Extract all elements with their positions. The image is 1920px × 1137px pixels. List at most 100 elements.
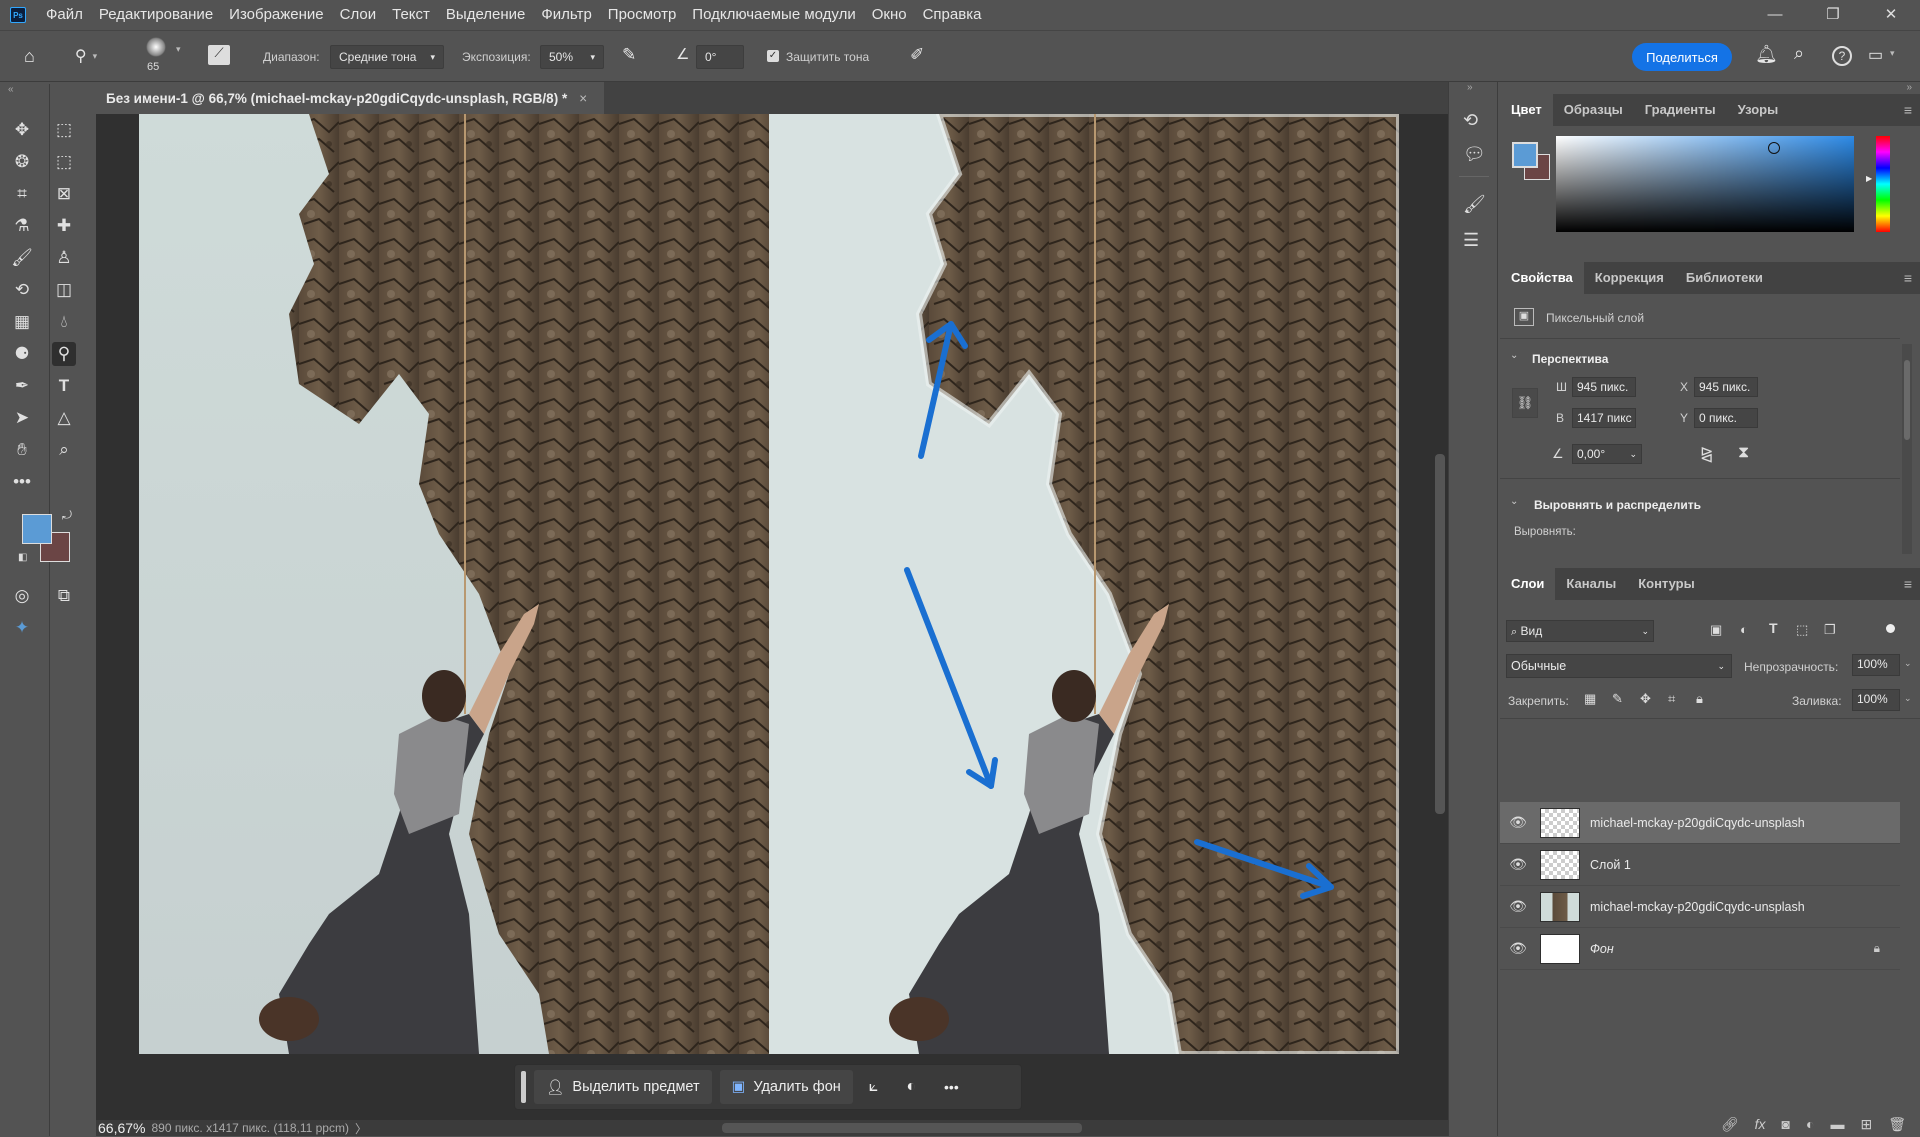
panel-menu-icon[interactable]: ≡	[1904, 102, 1912, 118]
zoom-level[interactable]: 66,67%	[98, 1120, 145, 1136]
range-select[interactable]: Средние тона ▾	[330, 45, 444, 69]
crop-tool-icon[interactable]: ⌗	[10, 182, 34, 206]
pen-tool-icon[interactable]: ✒	[10, 374, 34, 398]
visibility-eye-icon[interactable]: 👁︎	[1500, 940, 1536, 957]
menu-image[interactable]: Изображение	[221, 0, 332, 30]
hue-slider-handle[interactable]: ▶	[1866, 174, 1872, 183]
x-input[interactable]: 945 пикс.	[1694, 377, 1758, 397]
eyedropper-tool-icon[interactable]: ⚗	[10, 214, 34, 238]
blend-mode-select[interactable]: Обычные ⌄	[1506, 654, 1732, 678]
layer-row[interactable]: 👁︎ Фон 🔒︎	[1500, 928, 1900, 970]
adjustment-icon[interactable]: ◐	[906, 1078, 916, 1096]
home-icon[interactable]: ⌂	[24, 46, 35, 67]
path-select-tool-icon[interactable]: ➤	[10, 406, 34, 430]
brush-tool-icon[interactable]: 🖌︎	[10, 246, 34, 270]
y-input[interactable]: 0 пикс.	[1694, 408, 1758, 428]
color-field[interactable]	[1556, 136, 1854, 232]
layer-name[interactable]: Слой 1	[1590, 858, 1631, 872]
panel-menu-icon[interactable]: ≡	[1904, 270, 1912, 286]
chevron-down-icon[interactable]: ⌄	[1904, 658, 1912, 669]
swap-colors-icon[interactable]: ⤾	[62, 508, 72, 523]
remove-background-button[interactable]: ▣ Удалить фон	[719, 1070, 853, 1104]
shape-tool-icon[interactable]: △	[52, 406, 76, 430]
lock-icon[interactable]: 🔒︎	[1874, 941, 1880, 956]
share-button[interactable]: Поделиться	[1632, 43, 1732, 71]
filter-smart-object-icon[interactable]: ❐	[1824, 622, 1836, 638]
hue-slider[interactable]	[1876, 136, 1890, 232]
collapse-icon[interactable]: »	[1906, 82, 1912, 93]
default-colors-icon[interactable]: ◧	[18, 552, 27, 563]
brush-settings-icon[interactable]: 🖌︎	[1463, 194, 1486, 215]
lock-all-icon[interactable]: 🔒︎	[1696, 691, 1703, 707]
tab-channels[interactable]: Каналы	[1555, 568, 1627, 600]
trash-icon[interactable]: 🗑︎	[1888, 1116, 1906, 1133]
new-layer-icon[interactable]: ⊞	[1860, 1116, 1872, 1133]
lock-transparent-icon[interactable]: ▦	[1584, 691, 1596, 707]
restore-icon[interactable]: ❐	[1804, 0, 1862, 30]
filter-adjustment-icon[interactable]: ◐	[1740, 622, 1748, 637]
mask-icon[interactable]: ◙	[1782, 1116, 1790, 1132]
screen-mode-icon[interactable]: ⧉	[52, 584, 76, 608]
menu-view[interactable]: Просмотр	[600, 0, 685, 30]
visibility-eye-icon[interactable]: 👁︎	[1500, 898, 1536, 915]
brush-settings-icon[interactable]: ⟋	[208, 45, 230, 65]
properties-scroll-thumb[interactable]	[1904, 360, 1910, 440]
menu-file[interactable]: Файл	[38, 0, 91, 30]
exposure-input[interactable]: 50% ▾	[540, 45, 604, 69]
collapse-icon[interactable]: «	[8, 84, 14, 95]
document-tab[interactable]: Без имени-1 @ 66,7% (michael-mckay-p20gd…	[96, 82, 604, 114]
menu-window[interactable]: Окно	[864, 0, 915, 30]
transform-icon[interactable]: ⟀	[869, 1078, 879, 1096]
visibility-eye-icon[interactable]: 👁︎	[1500, 856, 1536, 873]
lock-position-icon[interactable]: ✥	[1640, 691, 1651, 707]
close-tab-icon[interactable]: ×	[579, 91, 587, 106]
help-icon[interactable]: ?	[1832, 46, 1852, 66]
type-tool-icon[interactable]: T	[52, 374, 76, 398]
marquee-tool-icon[interactable]: ⬚	[52, 118, 76, 142]
lock-pixels-icon[interactable]: ✎	[1612, 691, 1623, 707]
bell-icon[interactable]: 🔔︎	[1755, 44, 1778, 65]
layer-row[interactable]: 👁︎ michael-mckay-p20gdiCqydc-unsplash	[1500, 802, 1900, 844]
layer-name[interactable]: Фон	[1590, 942, 1614, 956]
more-options-button[interactable]: •••	[944, 1079, 959, 1095]
layer-filter-select[interactable]: ⌕ Вид ⌄	[1506, 620, 1654, 642]
object-select-tool-icon[interactable]: ⬚	[52, 150, 76, 174]
chevron-down-icon[interactable]: ⌄	[1510, 496, 1518, 507]
opacity-input[interactable]: 100%	[1852, 654, 1900, 676]
menu-edit[interactable]: Редактирование	[91, 0, 221, 30]
quick-mask-icon[interactable]: ◎	[10, 584, 34, 608]
link-icon[interactable]: ⛓	[1512, 388, 1538, 418]
drag-handle[interactable]	[521, 1071, 526, 1103]
fill-input[interactable]: 100%	[1852, 689, 1900, 711]
tab-swatches[interactable]: Образцы	[1553, 94, 1634, 126]
select-subject-button[interactable]: 👤︎ Выделить предмет	[534, 1070, 712, 1104]
lock-artboard-icon[interactable]: ⌗	[1668, 691, 1675, 707]
dodge-tool-icon[interactable]: ⚲	[52, 342, 76, 366]
tab-gradients[interactable]: Градиенты	[1634, 94, 1727, 126]
folder-icon[interactable]: ▬	[1830, 1116, 1844, 1132]
blur-tool-icon[interactable]: 💧︎	[52, 310, 76, 334]
chevron-down-icon[interactable]: ▾	[93, 51, 98, 62]
horizontal-scroll-thumb[interactable]	[722, 1123, 1082, 1133]
brush-preview-icon[interactable]	[146, 37, 166, 57]
tab-properties[interactable]: Свойства	[1500, 262, 1584, 294]
chevron-right-icon[interactable]: 〉	[355, 1120, 367, 1137]
zoom-tool-icon[interactable]: ⌕	[52, 438, 76, 462]
menu-help[interactable]: Справка	[915, 0, 990, 30]
vertical-scroll-thumb[interactable]	[1435, 454, 1445, 814]
panel-menu-icon[interactable]: ≡	[1904, 576, 1912, 592]
eraser-tool-icon[interactable]: ◫	[52, 278, 76, 302]
tab-color[interactable]: Цвет	[1500, 94, 1553, 126]
vertical-scrollbar[interactable]	[1432, 114, 1448, 1120]
close-icon[interactable]: ✕	[1862, 0, 1920, 30]
menu-filter[interactable]: Фильтр	[533, 0, 599, 30]
width-input[interactable]: 945 пикс.	[1572, 377, 1636, 397]
angle-input[interactable]: 0,00° ⌄	[1572, 444, 1642, 464]
frame-tool-icon[interactable]: ⊠	[52, 182, 76, 206]
generative-icon[interactable]: ✦	[10, 616, 34, 640]
layer-name[interactable]: michael-mckay-p20gdiCqydc-unsplash	[1590, 900, 1805, 914]
filter-toggle[interactable]	[1886, 624, 1895, 633]
lasso-tool-icon[interactable]: ❂	[10, 150, 34, 174]
color-picker-handle[interactable]	[1768, 142, 1780, 154]
foreground-color-swatch[interactable]	[1512, 142, 1538, 168]
